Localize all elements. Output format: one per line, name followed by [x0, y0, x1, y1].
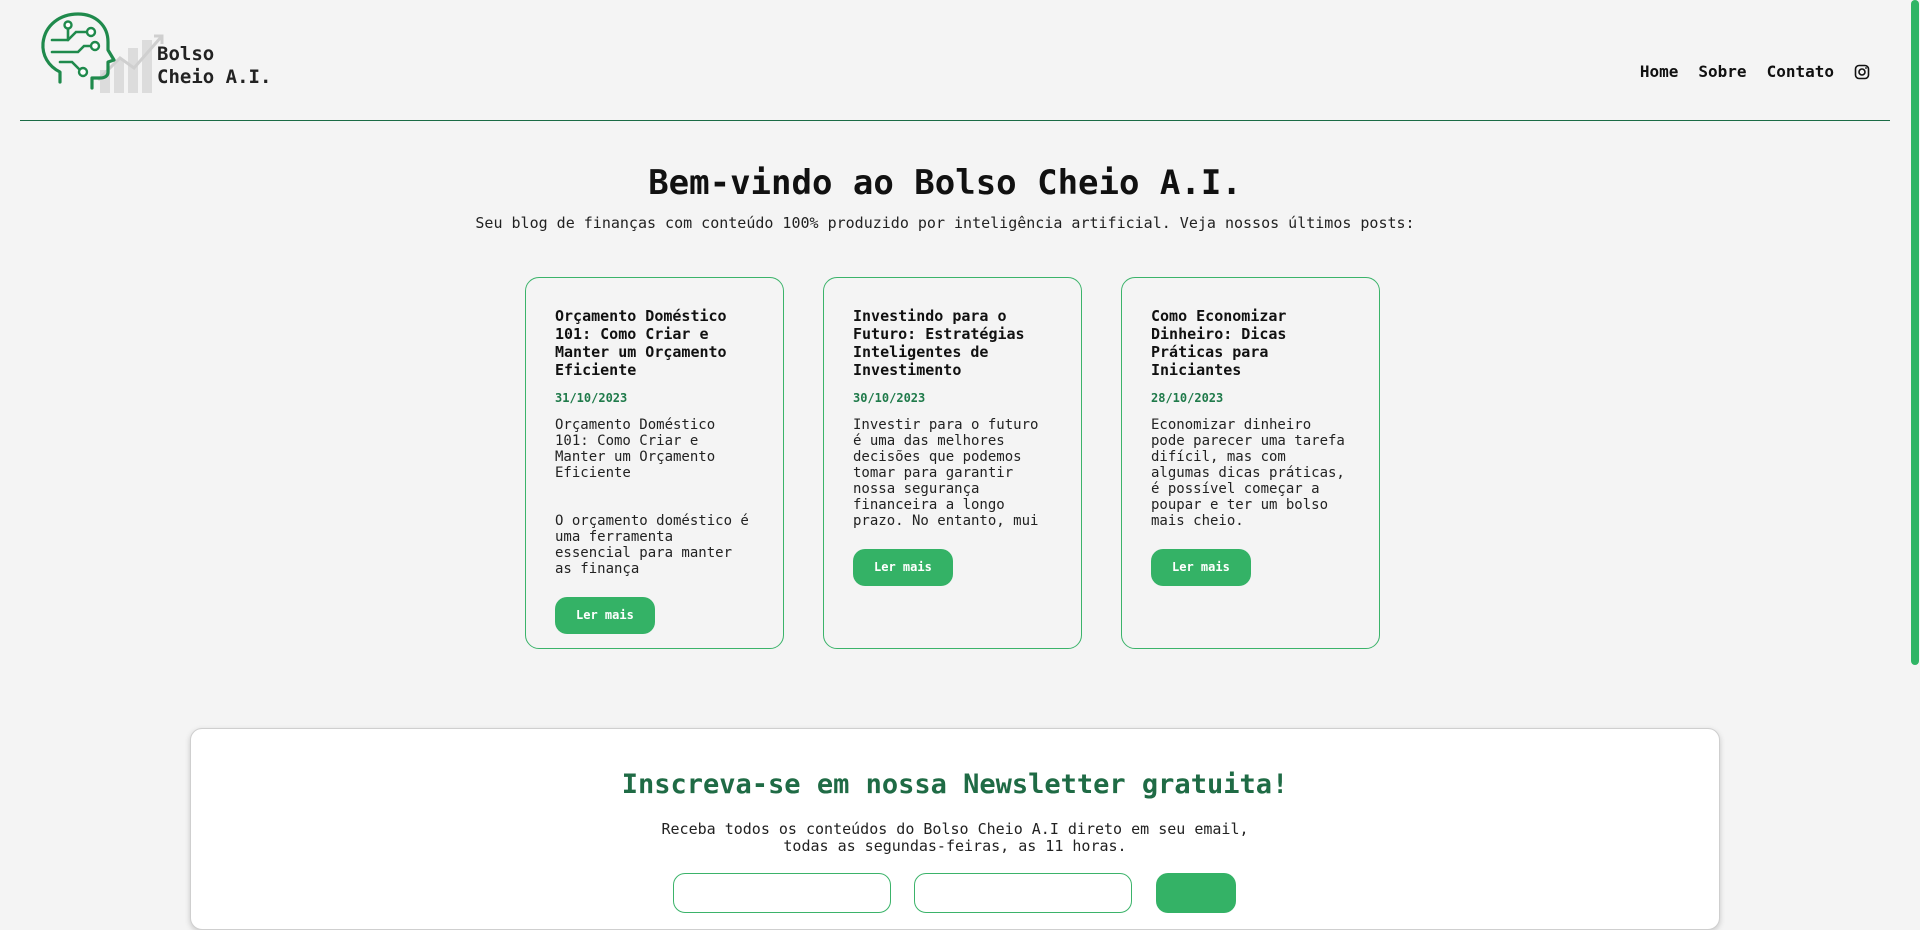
- main-nav: Home Sobre Contato: [1620, 62, 1870, 81]
- read-more-button[interactable]: Ler mais: [555, 597, 655, 634]
- post-title[interactable]: Como Economizar Dinheiro: Dicas Práticas…: [1151, 307, 1350, 379]
- newsletter-text-line-1: Receba todos os conteúdos do Bolso Cheio…: [661, 820, 1249, 838]
- read-more-button[interactable]: Ler mais: [1151, 549, 1251, 586]
- newsletter-text-line-2: todas as segundas-feiras, as 11 horas.: [783, 837, 1127, 855]
- newsletter-email-input[interactable]: [914, 873, 1132, 913]
- brand-line-2: Cheio A.I.: [157, 66, 272, 88]
- post-card: Como Economizar Dinheiro: Dicas Práticas…: [1121, 277, 1380, 649]
- newsletter-description: Receba todos os conteúdos do Bolso Cheio…: [191, 821, 1719, 855]
- post-date: 28/10/2023: [1151, 391, 1224, 405]
- page-subtitle: Seu blog de finanças com conteúdo 100% p…: [475, 214, 1415, 232]
- nav-home-link[interactable]: Home: [1640, 62, 1679, 81]
- post-excerpt: Economizar dinheiro pode parecer uma tar…: [1151, 417, 1345, 529]
- post-card: Investindo para o Futuro: Estratégias In…: [823, 277, 1082, 649]
- newsletter-box: Inscreva-se em nossa Newsletter gratuita…: [190, 728, 1720, 930]
- site-header: Bolso Cheio A.I. Home Sobre Contato: [20, 0, 1890, 121]
- post-title[interactable]: Investindo para o Futuro: Estratégias In…: [853, 307, 1052, 379]
- nav-contato-link[interactable]: Contato: [1767, 62, 1834, 81]
- post-excerpt: Orçamento Doméstico 101: Como Criar e Ma…: [555, 417, 749, 577]
- instagram-icon[interactable]: [1854, 64, 1870, 80]
- post-date: 31/10/2023: [555, 391, 628, 405]
- post-list: Orçamento Doméstico 101: Como Criar e Ma…: [525, 277, 1380, 649]
- newsletter-title: Inscreva-se em nossa Newsletter gratuita…: [621, 769, 1289, 800]
- post-card: Orçamento Doméstico 101: Como Criar e Ma…: [525, 277, 784, 649]
- brand-name[interactable]: Bolso Cheio A.I.: [157, 43, 271, 89]
- page-title: Bem-vindo ao Bolso Cheio A.I.: [648, 163, 1242, 203]
- newsletter-submit-button[interactable]: [1156, 873, 1236, 913]
- nav-sobre-link[interactable]: Sobre: [1698, 62, 1746, 81]
- post-date: 30/10/2023: [853, 391, 926, 405]
- newsletter-name-input[interactable]: [673, 873, 891, 913]
- brand-line-1: Bolso: [157, 43, 215, 65]
- post-excerpt: Investir para o futuro é uma das melhore…: [853, 417, 1039, 529]
- post-title[interactable]: Orçamento Doméstico 101: Como Criar e Ma…: [555, 307, 754, 379]
- scrollbar-thumb[interactable]: [1911, 0, 1919, 665]
- scrollbar[interactable]: [1910, 0, 1920, 881]
- logo-ai-head-icon[interactable]: [38, 10, 173, 95]
- read-more-button[interactable]: Ler mais: [853, 549, 953, 586]
